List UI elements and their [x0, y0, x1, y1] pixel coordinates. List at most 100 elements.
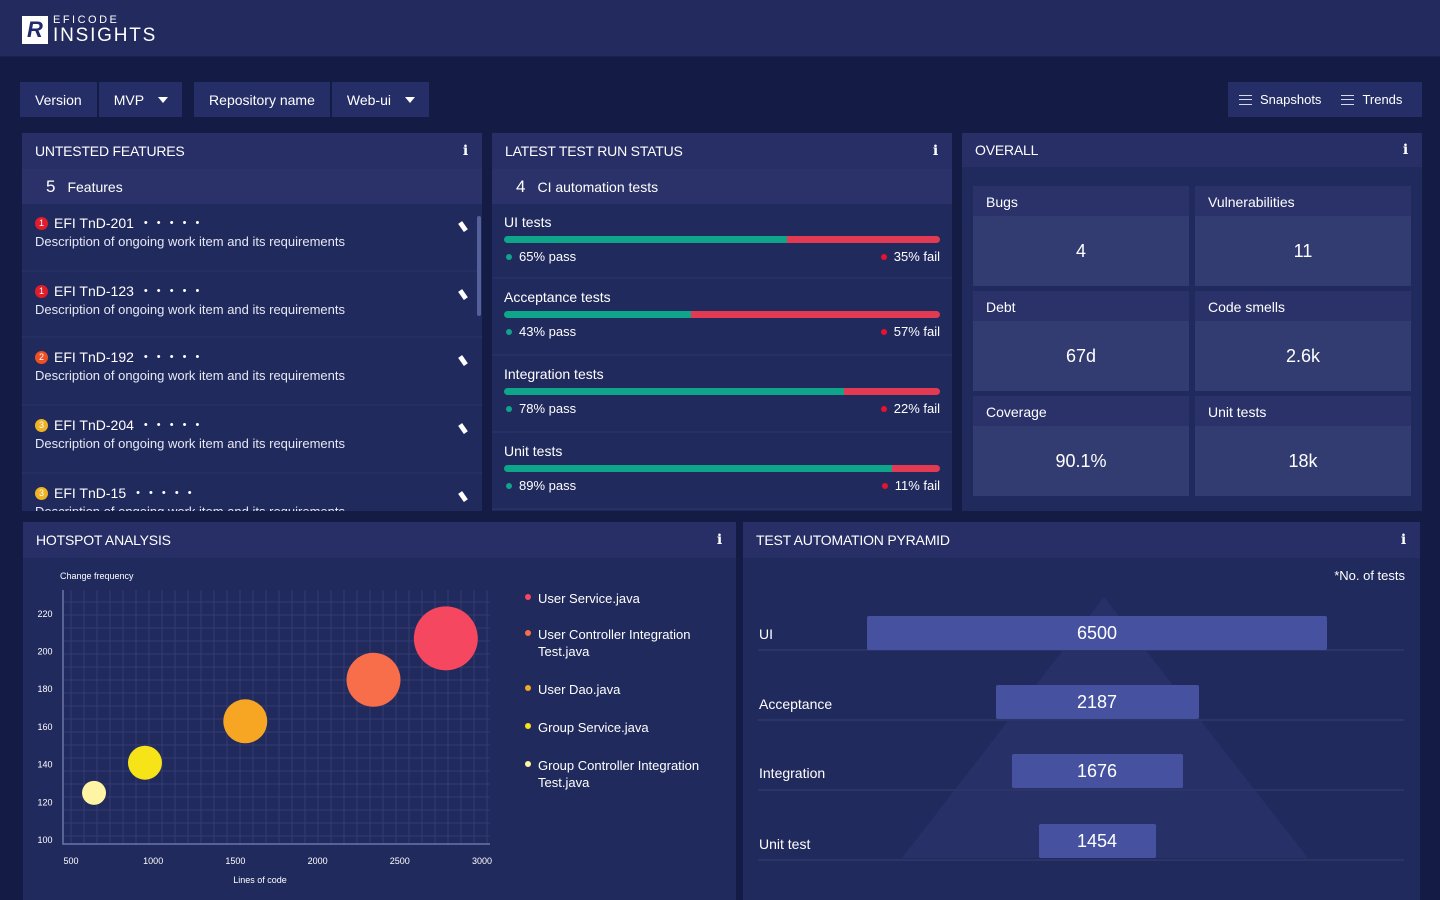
- fail-legend: 35% fail: [880, 249, 940, 264]
- feature-list[interactable]: 1 EFI TnD-201 • • • • • Description of ongo…: [22, 204, 482, 511]
- feature-id[interactable]: EFI TnD-201: [54, 215, 134, 231]
- x-tick-label: 3000: [472, 856, 492, 866]
- feature-id[interactable]: EFI TnD-15: [54, 485, 126, 501]
- metric-value: 90.1%: [1055, 450, 1107, 471]
- legend-label: User Service.java: [538, 591, 640, 606]
- legend-item: Group Controller Integration Test.java: [525, 757, 723, 791]
- pass-legend: 43% pass: [506, 324, 576, 339]
- metric-value: 67d: [1065, 345, 1097, 366]
- feature-item[interactable]: 3 EFI TnD-204 • • • • • Description of ongo…: [22, 406, 482, 474]
- snapshots-label: Snapshots: [1260, 92, 1322, 107]
- pyramid-bar[interactable]: 6500: [867, 616, 1327, 650]
- fail-segment: [691, 311, 940, 318]
- pyramid-level-label: UI: [759, 626, 773, 642]
- y-tick-label: 180: [37, 684, 52, 694]
- bubble-point[interactable]: [346, 652, 401, 707]
- legend-label: User Controller Integration Test.java: [538, 627, 691, 659]
- metric-value: 2.6k: [1285, 345, 1321, 366]
- feature-item[interactable]: 1 EFI TnD-201 • • • • • Description of ongo…: [22, 204, 482, 272]
- snapshots-button[interactable]: Snapshots: [1239, 92, 1321, 107]
- metric-tile[interactable]: Vulnerabilities 11: [1195, 186, 1411, 286]
- y-tick-label: 100: [37, 835, 52, 845]
- rating-dots: • • • • •: [143, 419, 203, 431]
- repository-select[interactable]: Web-ui: [331, 82, 429, 117]
- feature-item[interactable]: 3 EFI TnD-15 • • • • • Description of ongoi…: [22, 474, 482, 511]
- test-list: UI tests 65% pass 35% fail Acceptance tests…: [492, 204, 952, 510]
- view-toolbar: Snapshots Trends: [1228, 82, 1422, 117]
- priority-badge: 2: [35, 350, 48, 364]
- menu-icon: [1341, 94, 1355, 105]
- version-label: Version: [20, 82, 97, 117]
- test-run-row: Acceptance tests 43% pass 57% fail: [492, 279, 952, 356]
- info-icon[interactable]: i: [717, 532, 722, 548]
- pyramid-bar[interactable]: 1454: [1038, 824, 1156, 858]
- repository-value: Web-ui: [346, 91, 391, 108]
- trends-label: Trends: [1362, 92, 1403, 107]
- count-label: CI automation tests: [537, 178, 659, 195]
- version-value: MVP: [113, 91, 145, 108]
- priority-badge: 1: [35, 284, 48, 298]
- priority-badge: 3: [35, 486, 48, 500]
- fail-legend: 22% fail: [880, 401, 940, 416]
- pyramid-row-line: [758, 859, 1404, 861]
- rating-dots: • • • • •: [143, 285, 203, 297]
- legend-dot: [525, 685, 531, 691]
- pass-segment: [504, 311, 692, 318]
- rating-dots: • • • • •: [143, 217, 203, 229]
- panel-header: LATEST TEST RUN STATUS i: [492, 133, 952, 169]
- feature-id[interactable]: EFI TnD-192: [54, 349, 134, 365]
- count-value: 5: [46, 176, 56, 196]
- pyramid-level-label: Acceptance: [759, 696, 833, 712]
- trends-button[interactable]: Trends: [1341, 92, 1402, 107]
- feature-id[interactable]: EFI TnD-204: [54, 417, 134, 433]
- metric-tile[interactable]: Unit tests 18k: [1195, 396, 1411, 496]
- legend-label: User Dao.java: [538, 682, 621, 697]
- test-run-row: Integration tests 78% pass 22% fail: [492, 356, 952, 433]
- metric-value: 4: [1075, 240, 1086, 261]
- metric-label: Bugs: [973, 186, 1189, 216]
- priority-badge: 1: [35, 216, 48, 230]
- brand-big: INSIGHTS: [53, 25, 158, 46]
- pass-segment: [504, 388, 845, 395]
- feature-list-scrollbar[interactable]: [477, 216, 481, 316]
- feature-id[interactable]: EFI TnD-123: [54, 283, 134, 299]
- pyramid-row-line: [758, 719, 1404, 721]
- info-icon[interactable]: i: [1403, 142, 1408, 158]
- pass-fail-bar: [504, 311, 940, 318]
- metric-tile[interactable]: Code smells 2.6k: [1195, 291, 1411, 391]
- feature-item[interactable]: 1 EFI TnD-123 • • • • • Description of ongo…: [22, 272, 482, 338]
- info-icon[interactable]: i: [1401, 532, 1406, 548]
- fail-legend: 11% fail: [881, 478, 940, 493]
- tests-count: 4 CI automation tests: [492, 169, 952, 204]
- pyramid-bar[interactable]: 1676: [1011, 754, 1183, 788]
- bubble-point[interactable]: [82, 780, 107, 805]
- legend-dot: [525, 761, 531, 767]
- panel-header: UNTESTED FEATURES i: [22, 133, 482, 169]
- bubble-point[interactable]: [127, 745, 162, 780]
- bubble-point[interactable]: [223, 699, 268, 744]
- version-select[interactable]: MVP: [98, 82, 183, 117]
- menu-icon: [1239, 94, 1252, 105]
- metric-label: Debt: [973, 291, 1189, 321]
- metric-tile[interactable]: Coverage 90.1%: [973, 396, 1189, 496]
- legend-label: Group Controller Integration Test.java: [538, 758, 700, 790]
- fail-segment: [844, 388, 940, 395]
- metric-tile[interactable]: Debt 67d: [973, 291, 1189, 391]
- y-tick-label: 140: [37, 760, 52, 770]
- panel-header: OVERALL i: [962, 133, 1422, 167]
- metric-value: 11: [1293, 240, 1313, 261]
- test-run-row: Unit tests 89% pass 11% fail: [492, 433, 952, 510]
- rating-dots: • • • • •: [136, 487, 195, 499]
- metric-tile[interactable]: Bugs 4: [973, 186, 1189, 286]
- panel-title: LATEST TEST RUN STATUS: [505, 143, 683, 159]
- test-name: Acceptance tests: [504, 289, 611, 305]
- logo[interactable]: R EFICODE INSIGHTS: [22, 15, 157, 45]
- x-axis-label: Lines of code: [233, 875, 287, 885]
- pyramid-bar[interactable]: 2187: [995, 685, 1199, 719]
- info-icon[interactable]: i: [933, 143, 938, 159]
- bubble-point[interactable]: [413, 606, 478, 671]
- fail-segment: [892, 465, 940, 472]
- info-icon[interactable]: i: [463, 143, 468, 159]
- feature-item[interactable]: 2 EFI TnD-192 • • • • • Description of ongo…: [22, 338, 482, 406]
- repository-filter: Repository name Web-ui: [194, 82, 431, 117]
